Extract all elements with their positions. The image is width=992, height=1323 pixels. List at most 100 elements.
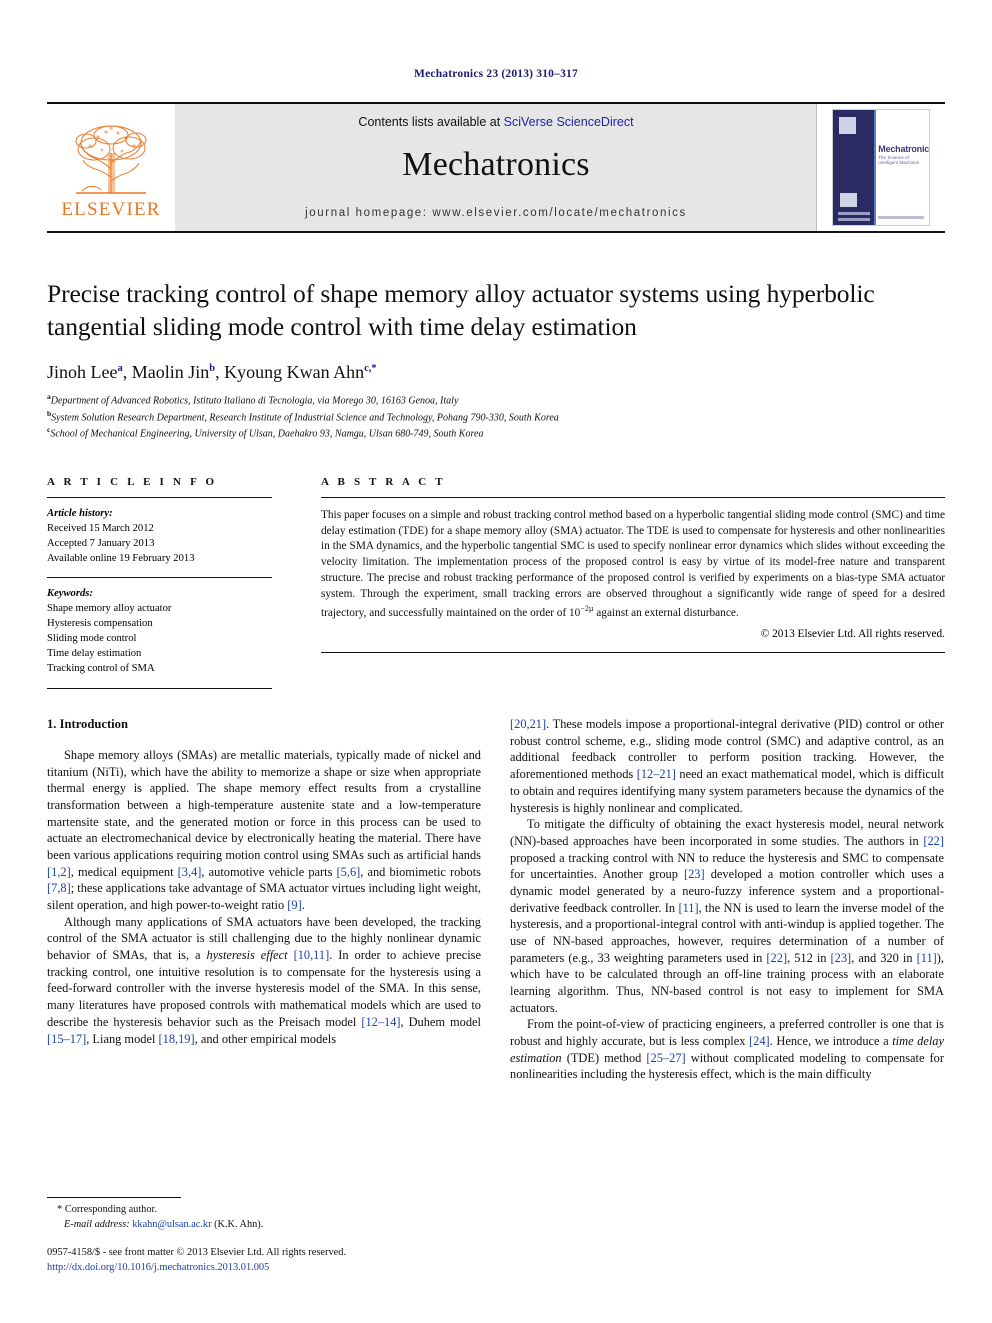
info-abstract-section: A R T I C L E I N F O Article history: R… xyxy=(47,475,945,690)
sciencedirect-link[interactable]: SciVerse ScienceDirect xyxy=(504,115,634,129)
keyword-item: Shape memory alloy actuator xyxy=(47,602,172,614)
masthead-center: Contents lists available at SciVerse Sci… xyxy=(175,104,816,231)
paragraph: Shape memory alloys (SMAs) are metallic … xyxy=(47,747,481,914)
affiliation-list: aDepartment of Advanced Robotics, Istitu… xyxy=(47,392,945,442)
affiliation-item: bSystem Solution Research Department, Re… xyxy=(47,409,945,426)
cover-right-panel: Mechatronics The Science of Intelligent … xyxy=(874,110,929,225)
email-link[interactable]: kkahn@ulsan.ac.kr xyxy=(132,1219,211,1230)
citation-link[interactable]: [12–21] xyxy=(637,767,676,781)
affiliation-text: School of Mechanical Engineering, Univer… xyxy=(50,428,484,440)
article-info-column: A R T I C L E I N F O Article history: R… xyxy=(47,475,292,690)
abstract-part-1: This paper focuses on a simple and robus… xyxy=(321,508,945,619)
journal-masthead: ELSEVIER Contents lists available at Sci… xyxy=(47,102,945,233)
abstract-part-2: against an external disturbance. xyxy=(593,606,739,619)
citation-link[interactable]: [15–17] xyxy=(47,1032,86,1046)
cover-publisher-mark-icon xyxy=(839,117,856,134)
citation-link[interactable]: [9] xyxy=(287,898,301,912)
doi-link[interactable]: http://dx.doi.org/10.1016/j.mechatronics… xyxy=(47,1262,269,1273)
author-list: Jinoh Leea, Maolin Jinb, Kyoung Kwan Ahn… xyxy=(47,362,377,383)
paragraph: To mitigate the difficulty of obtaining … xyxy=(510,816,944,1016)
citation-link[interactable]: [22] xyxy=(923,834,944,848)
elsevier-tree-icon xyxy=(68,118,154,199)
email-owner: (K.K. Ahn). xyxy=(211,1219,264,1231)
citation-link[interactable]: [11] xyxy=(917,951,937,965)
text-run: ; these applications take advantage of S… xyxy=(47,881,481,913)
divider xyxy=(47,688,272,690)
author-mark: c,* xyxy=(364,363,377,375)
text-run: (TDE) method xyxy=(561,1050,647,1065)
article-history-label: Article history: xyxy=(47,507,113,519)
elsevier-logo: ELSEVIER xyxy=(47,104,175,231)
elsevier-wordmark: ELSEVIER xyxy=(61,198,161,220)
citation-link[interactable]: [10,11] xyxy=(294,948,330,962)
footnote-divider xyxy=(47,1197,181,1199)
abstract-column: A B S T R A C T This paper focuses on a … xyxy=(292,476,945,689)
history-item: Available online 19 February 2013 xyxy=(47,552,195,564)
divider xyxy=(321,652,945,654)
text-run: , Liang model xyxy=(86,1031,159,1046)
journal-cover-thumbnail: Mechatronics The Science of Intelligent … xyxy=(816,104,945,231)
cover-image: Mechatronics The Science of Intelligent … xyxy=(832,109,930,226)
email-line: E-mail address: kkahn@ulsan.ac.kr (K.K. … xyxy=(47,1218,481,1233)
citation-link[interactable]: [24] xyxy=(749,1034,770,1048)
affiliation-text: System Solution Research Department, Res… xyxy=(51,412,559,424)
divider xyxy=(321,496,945,498)
journal-homepage-line: journal homepage: www.elsevier.com/locat… xyxy=(305,207,687,219)
citation-link[interactable]: [18,19] xyxy=(159,1032,195,1046)
text-run: , Duhem model xyxy=(400,1014,481,1029)
article-history-group: Article history: Received 15 March 2012 … xyxy=(47,506,272,566)
citation-link[interactable]: [3,4] xyxy=(178,865,202,879)
citation-link[interactable]: [25–27] xyxy=(646,1051,685,1065)
text-run: , 512 in xyxy=(787,950,831,965)
abstract-copyright: © 2013 Elsevier Ltd. All rights reserved… xyxy=(760,628,945,641)
citation-link[interactable]: [11] xyxy=(678,901,698,915)
body-right-column: [20,21]. These models impose a proportio… xyxy=(510,716,944,1083)
citation-link[interactable]: [1,2] xyxy=(47,865,71,879)
footnote-block: * Corresponding author. E-mail address: … xyxy=(47,1197,481,1275)
text-run: , and biomimetic robots xyxy=(360,864,481,879)
keyword-item: Hysteresis compensation xyxy=(47,618,153,630)
paragraph: [20,21]. These models impose a proportio… xyxy=(510,716,944,816)
keywords-group: Keywords: Shape memory alloy actuator Hy… xyxy=(47,586,272,676)
citation-link[interactable]: [5,6] xyxy=(337,865,361,879)
text-run: . Hence, we introduce a xyxy=(769,1033,893,1048)
article-info-heading: A R T I C L E I N F O xyxy=(47,475,218,488)
affiliation-item: aDepartment of Advanced Robotics, Istitu… xyxy=(47,392,945,409)
affiliation-text: Department of Advanced Robotics, Istitut… xyxy=(50,395,459,407)
emphasis-text: hysteresis effect xyxy=(206,948,288,963)
affiliation-item: cSchool of Mechanical Engineering, Unive… xyxy=(47,425,945,442)
citation-link[interactable]: [20,21] xyxy=(510,717,546,731)
corresponding-author-line: * Corresponding author. xyxy=(47,1203,481,1218)
corresponding-text: Corresponding author. xyxy=(62,1204,157,1216)
citation-link[interactable]: [22] xyxy=(766,951,787,965)
author-mark: b xyxy=(209,363,216,375)
history-item: Accepted 7 January 2013 xyxy=(47,537,155,549)
page-title: Precise tracking control of shape memory… xyxy=(47,279,875,342)
cover-subtitle: The Science of Intelligent Machines xyxy=(878,155,920,165)
body-left-column: 1. Introduction Shape memory alloys (SMA… xyxy=(47,716,481,1083)
author-mark: a xyxy=(117,363,123,375)
homepage-prefix: journal homepage: xyxy=(305,207,433,219)
issn-line: 0957-4158/$ - see front matter © 2013 El… xyxy=(47,1246,347,1258)
keywords-label: Keywords: xyxy=(47,587,93,599)
paragraph: Although many applications of SMA actuat… xyxy=(47,914,481,1047)
citation-link[interactable]: [23] xyxy=(831,951,852,965)
homepage-url[interactable]: www.elsevier.com/locate/mechatronics xyxy=(432,207,686,219)
keyword-item: Time delay estimation xyxy=(47,648,142,660)
text-run: , automotive vehicle parts xyxy=(201,864,337,879)
body-columns: 1. Introduction Shape memory alloys (SMA… xyxy=(47,716,945,1083)
citation-link[interactable]: [12–14] xyxy=(361,1015,400,1029)
citation-link[interactable]: [7,8] xyxy=(47,881,71,895)
running-head: Mechatronics 23 (2013) 310–317 xyxy=(414,68,578,80)
text-run: To mitigate the difficulty of obtaining … xyxy=(510,817,944,848)
article-page: Mechatronics 23 (2013) 310–317 ELSEVIER … xyxy=(0,0,992,1323)
author-name: Kyoung Kwan Ahn xyxy=(224,362,365,383)
abstract-text: This paper focuses on a simple and robus… xyxy=(321,508,945,621)
citation-link[interactable]: [23] xyxy=(684,867,705,881)
text-run: . xyxy=(301,898,305,913)
history-item: Received 15 March 2012 xyxy=(47,522,154,534)
keyword-item: Sliding mode control xyxy=(47,633,137,645)
section-heading: 1. Introduction xyxy=(47,717,128,732)
issn-doi-block: 0957-4158/$ - see front matter © 2013 El… xyxy=(47,1245,481,1275)
cover-footer-lines xyxy=(838,212,870,221)
